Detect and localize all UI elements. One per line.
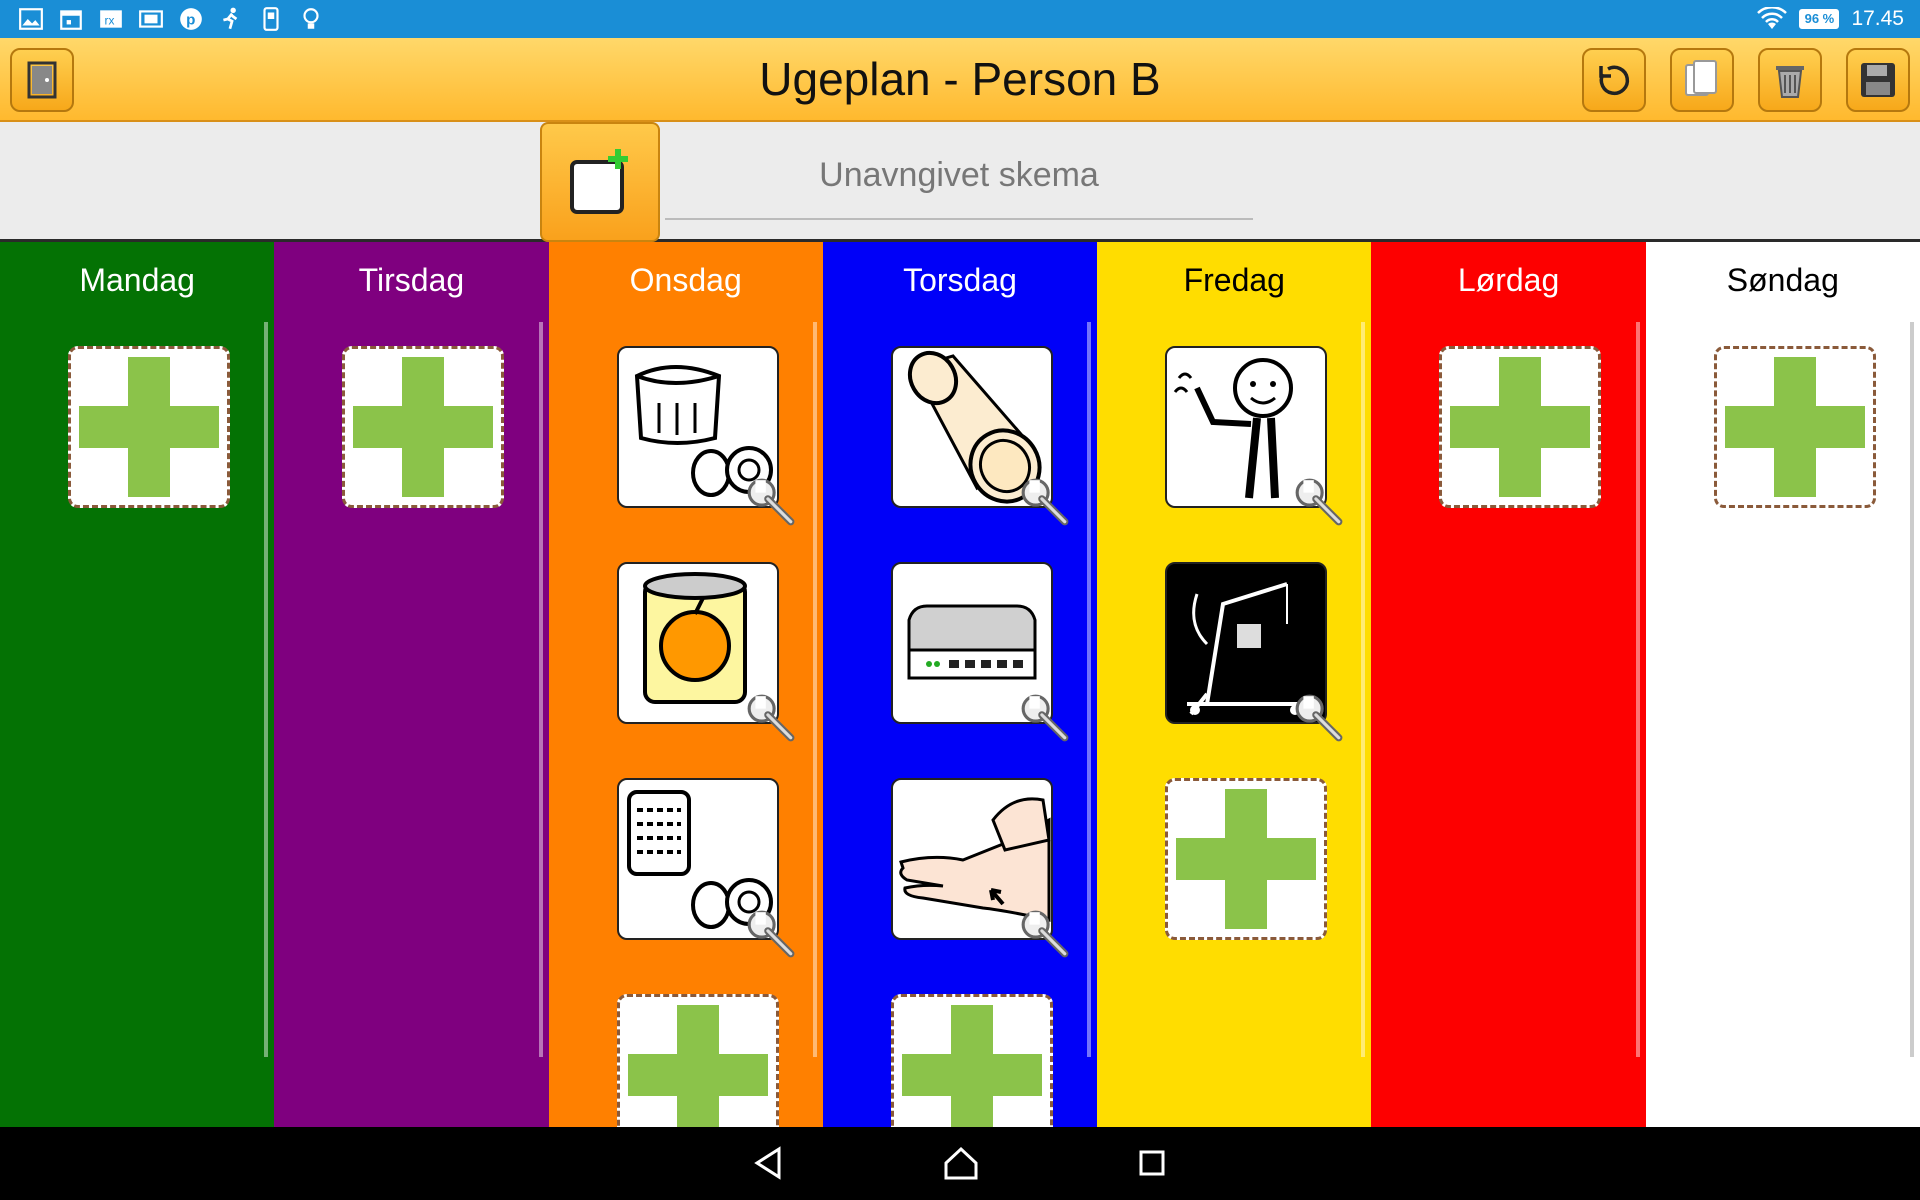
day-column-sondag: Søndag — [1645, 242, 1920, 1127]
add-activity-button[interactable] — [1439, 346, 1602, 508]
plus-icon-bar — [353, 406, 494, 448]
copy-icon — [1685, 60, 1717, 96]
wrench-icon[interactable] — [1019, 908, 1071, 960]
svg-text:rx: rx — [105, 13, 115, 27]
app-icon: rx — [100, 10, 122, 28]
clock: 17.45 — [1851, 7, 1904, 30]
scrollbar[interactable] — [1635, 322, 1640, 1057]
save-icon — [1861, 63, 1895, 97]
recents-icon[interactable] — [1132, 1143, 1172, 1183]
day-column-mandag: Mandag — [0, 242, 275, 1127]
scrollbar[interactable] — [1361, 322, 1366, 1057]
wrench-icon[interactable] — [1293, 692, 1345, 744]
home-icon[interactable] — [941, 1143, 981, 1183]
pinterest-icon: p — [180, 8, 202, 30]
add-activity-button[interactable] — [68, 346, 230, 508]
wrench-icon[interactable] — [745, 908, 797, 960]
add-activity-button[interactable] — [1713, 346, 1876, 508]
activity-tile[interactable] — [1165, 562, 1343, 742]
activity-tile[interactable] — [890, 562, 1069, 742]
gallery-icon — [19, 8, 43, 30]
copy-button[interactable] — [1670, 48, 1734, 112]
delete-button[interactable] — [1758, 48, 1822, 112]
wrench-icon[interactable] — [745, 692, 797, 744]
tv-icon — [139, 10, 163, 28]
wifi-icon — [1757, 7, 1788, 29]
plus-icon-bar — [627, 1054, 768, 1096]
week-schedule: Mandag Tirsdag Onsdag Torsdag Fredag Lør… — [0, 242, 1920, 1156]
scrollbar[interactable] — [264, 322, 269, 1057]
scrollbar[interactable] — [1087, 322, 1092, 1057]
day-column-onsdag: Onsdag — [548, 242, 823, 1156]
scrollbar[interactable] — [538, 322, 543, 1057]
save-button[interactable] — [1846, 48, 1910, 112]
day-column-tirsdag: Tirsdag — [274, 242, 549, 1127]
phone-icon — [263, 7, 279, 31]
day-label: Onsdag — [629, 262, 742, 298]
notification-icons: rx p — [18, 6, 324, 32]
day-column-fredag: Fredag — [1097, 242, 1372, 1127]
plus-icon-bar — [1450, 406, 1591, 448]
trash-icon — [1776, 66, 1804, 98]
schema-name-input[interactable]: Unavngivet skema — [665, 150, 1253, 200]
undo-icon — [1599, 65, 1630, 96]
day-label: Fredag — [1183, 262, 1285, 298]
plus-icon-bar — [901, 1054, 1042, 1096]
status-bar: rx p 96 % 17.45 — [0, 0, 1920, 38]
back-icon[interactable] — [749, 1143, 789, 1183]
day-label: Lørdag — [1457, 262, 1560, 298]
day-label: Torsdag — [903, 262, 1017, 298]
day-label: Søndag — [1726, 262, 1839, 298]
activity-tile[interactable] — [616, 778, 794, 958]
activity-tile[interactable] — [1165, 346, 1343, 526]
wrench-icon[interactable] — [1019, 476, 1071, 528]
input-underline — [665, 218, 1253, 220]
svg-text:p: p — [186, 11, 195, 28]
app-bar: Ugeplan - Person B — [0, 38, 1920, 122]
day-column-torsdag: Torsdag — [822, 242, 1098, 1156]
new-schema-button[interactable] — [540, 122, 660, 242]
activity-tile[interactable] — [890, 778, 1069, 958]
navigation-bar — [0, 1127, 1920, 1200]
battery-indicator: 96 % — [1799, 9, 1840, 29]
wrench-icon[interactable] — [1019, 692, 1071, 744]
schema-toolbar: Unavngivet skema — [0, 122, 1920, 242]
runner-icon — [223, 7, 238, 30]
plus-icon-bar — [79, 406, 219, 448]
wrench-icon[interactable] — [1293, 476, 1345, 528]
day-label: Mandag — [79, 262, 195, 298]
add-activity-button[interactable] — [342, 346, 505, 508]
activity-tile[interactable] — [890, 346, 1069, 526]
day-column-lordag: Lørdag — [1371, 242, 1646, 1127]
wrench-icon[interactable] — [745, 476, 797, 528]
new-page-icon — [570, 149, 628, 214]
scrollbar[interactable] — [1909, 322, 1914, 1057]
undo-button[interactable] — [1582, 48, 1646, 112]
activity-tile[interactable] — [616, 562, 794, 742]
bulb-icon — [303, 8, 319, 29]
add-activity-button[interactable] — [1165, 778, 1328, 940]
plus-icon-bar — [1176, 838, 1317, 880]
system-status: 96 % 17.45 — [1757, 4, 1904, 34]
plus-icon-bar — [1724, 406, 1865, 448]
day-label: Tirsdag — [358, 262, 465, 298]
calendar-icon — [60, 10, 82, 30]
activity-tile[interactable] — [616, 346, 794, 526]
scrollbar[interactable] — [812, 322, 817, 1057]
